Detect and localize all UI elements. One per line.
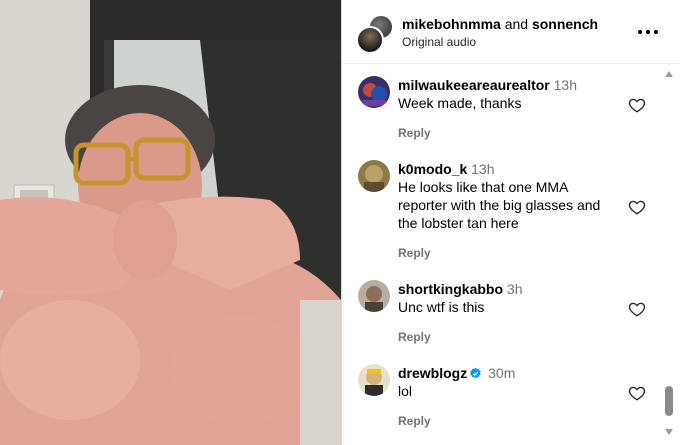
comment-username[interactable]: drewblogz <box>398 365 467 381</box>
comment-username[interactable]: shortkingkabbo <box>398 281 503 297</box>
comment-text: He looks like that one MMA reporter with… <box>398 179 601 231</box>
comment-body: k0modo_k 13h He looks like that one MMA … <box>398 160 620 262</box>
avatar[interactable] <box>358 76 390 108</box>
comment-time[interactable]: 3h <box>507 281 523 297</box>
audio-label[interactable]: Original audio <box>402 35 476 49</box>
authors-joiner: and <box>504 16 529 32</box>
comment-username[interactable]: milwaukeeareaurealtor <box>398 77 550 93</box>
comment-text: Unc wtf is this <box>398 299 485 315</box>
post-side-panel: mikebohnmma and sonnench Original audio … <box>341 0 680 445</box>
video-frame <box>0 0 341 445</box>
scroll-down-icon[interactable] <box>664 428 674 436</box>
scrollbar-thumb[interactable] <box>665 386 673 416</box>
reply-button[interactable]: Reply <box>398 328 431 346</box>
comment-body: drewblogz 30m lol Reply <box>398 364 620 430</box>
heart-icon[interactable] <box>628 96 646 114</box>
heart-icon[interactable] <box>628 384 646 402</box>
post-header: mikebohnmma and sonnench Original audio <box>342 0 680 64</box>
reply-button[interactable]: Reply <box>398 244 431 262</box>
comment-time[interactable]: 13h <box>471 161 494 177</box>
reply-button[interactable]: Reply <box>398 412 431 430</box>
comment-time[interactable]: 13h <box>554 77 577 93</box>
comment-body: shortkingkabbo 3h Unc wtf is this Reply <box>398 280 620 346</box>
scroll-up-icon[interactable] <box>664 70 674 78</box>
avatar[interactable] <box>358 160 390 192</box>
comments-list: milwaukeeareaurealtor 13h Week made, tha… <box>342 64 680 445</box>
verified-badge-icon <box>470 367 481 379</box>
author-link-1[interactable]: mikebohnmma <box>402 16 501 32</box>
more-options-icon[interactable] <box>638 22 658 42</box>
comment-body: milwaukeeareaurealtor 13h Week made, tha… <box>398 76 620 142</box>
reel-video[interactable] <box>0 0 341 445</box>
comment-text: Week made, thanks <box>398 95 522 111</box>
comment-username[interactable]: k0modo_k <box>398 161 467 177</box>
avatar[interactable] <box>358 280 390 312</box>
comment-time[interactable]: 30m <box>488 365 515 381</box>
heart-icon[interactable] <box>628 198 646 216</box>
avatar[interactable] <box>358 364 390 396</box>
comment-text: lol <box>398 383 413 399</box>
reply-button[interactable]: Reply <box>398 124 431 142</box>
heart-icon[interactable] <box>628 300 646 318</box>
collab-avatars[interactable] <box>356 14 394 54</box>
post-authors: mikebohnmma and sonnench <box>402 16 598 32</box>
author-link-2[interactable]: sonnench <box>532 16 598 32</box>
avatar <box>356 26 384 54</box>
instagram-post-view: mikebohnmma and sonnench Original audio … <box>0 0 680 445</box>
